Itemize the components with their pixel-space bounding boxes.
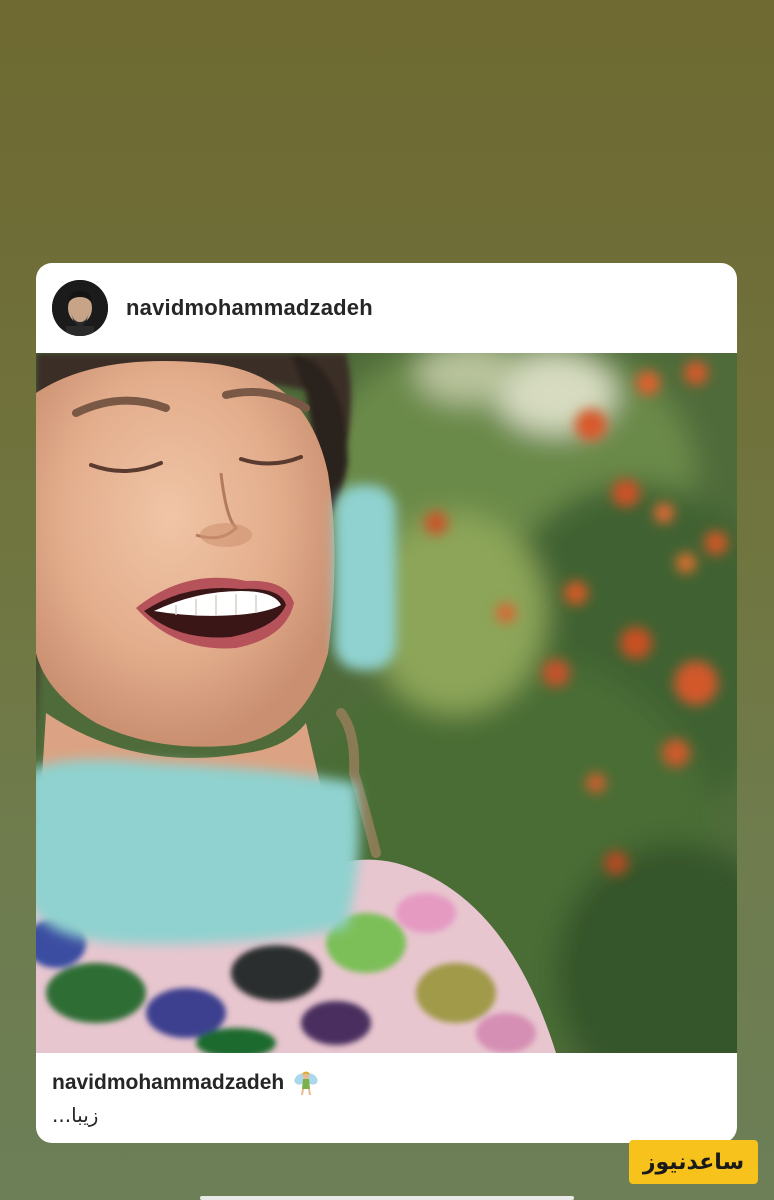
post-photo [36,353,737,1053]
caption-username[interactable]: navidmohammadzadeh [52,1071,284,1095]
post-header: navidmohammadzadeh [36,263,737,353]
post-caption: navidmohammadzadeh زیبا... [36,1053,737,1143]
profile-avatar[interactable] [52,280,108,336]
header-username[interactable]: navidmohammadzadeh [126,295,373,321]
watermark-text: ساعدنیوز [642,1149,745,1175]
shared-post-card[interactable]: navidmohammadzadeh navidmohammadzadeh زی… [36,263,737,1143]
fairy-icon [292,1069,320,1097]
caption-text: زیبا... [52,1103,99,1127]
home-indicator[interactable] [200,1196,574,1200]
watermark-logo: ساعدنیوز [629,1140,758,1184]
